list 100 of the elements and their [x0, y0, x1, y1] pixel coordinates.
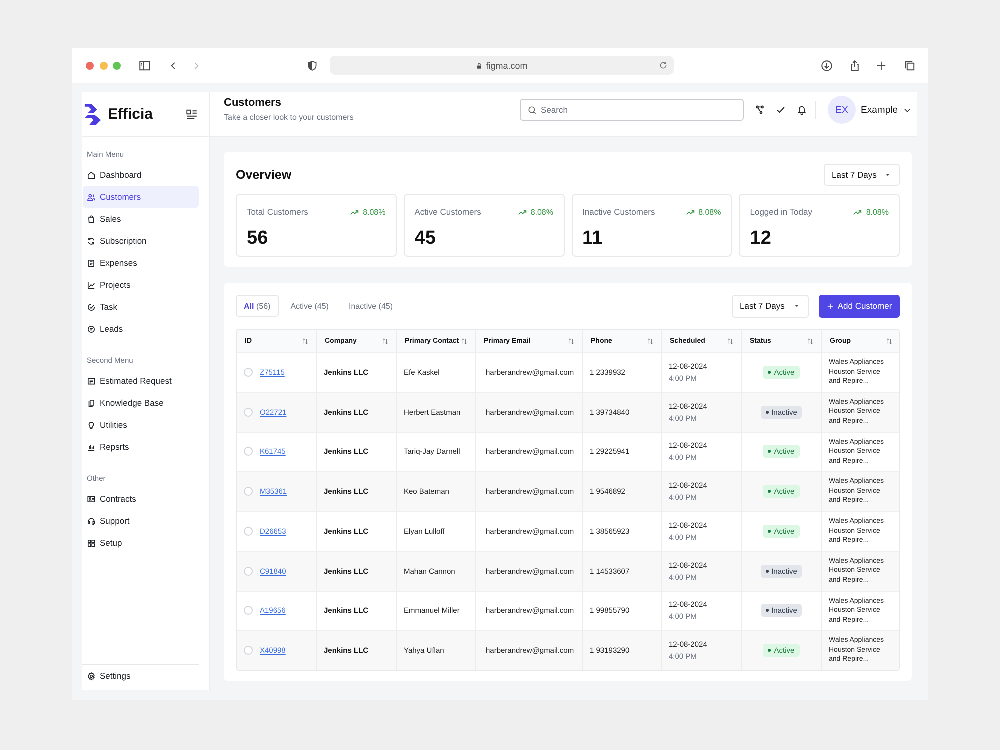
user-name[interactable]: Example — [861, 104, 898, 116]
stat-value: 45 — [414, 228, 437, 250]
status-dot-icon — [768, 649, 772, 652]
trend-value: 8.08% — [363, 208, 386, 216]
row-checkbox[interactable] — [244, 447, 253, 456]
avatar-initials[interactable]: EX — [828, 96, 856, 124]
trend-up-icon — [518, 208, 527, 216]
document-icon — [87, 258, 96, 268]
shield-icon[interactable] — [307, 60, 318, 72]
sort-icon[interactable] — [382, 338, 389, 344]
stat-value: 11 — [582, 228, 604, 250]
maximize-window-icon[interactable] — [113, 62, 121, 70]
stat-label: Inactive Customers — [582, 207, 656, 217]
stat-value: 56 — [247, 228, 270, 250]
period-dropdown[interactable]: Last 7 Days — [824, 164, 900, 186]
line-chart-icon — [87, 280, 96, 290]
home-icon — [87, 170, 96, 180]
filter-tab[interactable]: All (56) — [236, 295, 279, 317]
sidebar-item[interactable]: Customers — [83, 186, 199, 208]
filter-tab[interactable]: Inactive (45) — [340, 295, 402, 317]
trend-value: 8.08% — [866, 208, 889, 216]
caret-icon — [884, 171, 892, 179]
row-checkbox[interactable] — [244, 646, 253, 656]
sidebar-toggle-icon[interactable] — [139, 60, 151, 72]
sidebar-item[interactable]: Repsrts — [83, 436, 199, 458]
grid-icon — [87, 538, 96, 548]
stat-label: Logged in Today — [750, 207, 812, 217]
copy-icon — [87, 398, 96, 408]
refresh-icon — [87, 236, 96, 246]
id-card-icon — [87, 494, 96, 504]
sidebar-item[interactable]: Subscription — [83, 230, 199, 252]
menu-toggle-icon[interactable] — [186, 108, 198, 120]
sidebar-item[interactable]: Sales — [83, 208, 199, 230]
sort-icon[interactable] — [647, 338, 654, 344]
sidebar-item[interactable]: Dashboard — [83, 164, 199, 186]
status-dot-icon — [766, 570, 769, 573]
stat-label: Total Customers — [247, 207, 308, 217]
section-title: Overview — [236, 168, 292, 182]
filter-tab[interactable]: Active (45) — [282, 295, 337, 317]
page-subtitle: Take a closer look to your customers — [224, 112, 354, 123]
notification-bell-icon[interactable] — [797, 105, 808, 115]
status-dot-icon — [768, 490, 772, 494]
sidebar-item[interactable]: Contracts — [83, 488, 199, 510]
stat-label: Active Customers — [414, 207, 482, 217]
sidebar-item[interactable]: Estimated Request — [83, 370, 199, 392]
stat-value: 12 — [750, 228, 772, 250]
reload-icon[interactable] — [659, 61, 668, 70]
row-checkbox[interactable] — [244, 566, 253, 576]
shopping-bag-icon — [87, 214, 96, 224]
sidebar-item[interactable]: Setup — [83, 532, 199, 554]
settings-icon — [87, 672, 96, 680]
check-icon[interactable] — [776, 105, 786, 115]
sidebar-item[interactable]: Leads — [83, 318, 199, 340]
sort-icon[interactable] — [807, 338, 814, 344]
page-title: Customers — [224, 96, 282, 110]
headset-icon — [87, 516, 96, 526]
row-checkbox[interactable] — [244, 606, 253, 616]
sidebar-item[interactable]: Utilities — [83, 414, 199, 436]
sidebar-item[interactable]: Expenses — [83, 252, 199, 274]
tabs-overview-icon[interactable] — [904, 60, 916, 72]
download-icon[interactable] — [821, 60, 833, 72]
sidebar-item[interactable]: Task — [83, 296, 199, 318]
trend-up-icon — [350, 208, 360, 216]
caret-icon — [793, 302, 801, 310]
trend-up-icon — [686, 208, 695, 216]
sidebar-item[interactable]: Support — [83, 510, 199, 532]
sort-icon[interactable] — [886, 338, 893, 344]
status-dot-icon — [768, 370, 772, 374]
row-checkbox[interactable] — [244, 368, 253, 377]
address-bar[interactable]: figma.com — [330, 56, 674, 75]
row-checkbox[interactable] — [244, 526, 253, 536]
sort-icon[interactable] — [727, 338, 734, 344]
sidebar-item[interactable]: Projects — [83, 274, 199, 296]
period-dropdown[interactable]: Last 7 Days — [732, 294, 809, 318]
status-dot-icon — [766, 609, 769, 612]
new-tab-plus-icon[interactable] — [876, 60, 887, 72]
row-checkbox[interactable] — [244, 487, 253, 496]
share-icon[interactable] — [849, 60, 861, 72]
trend-value: 8.08% — [698, 208, 722, 216]
trend-up-icon — [853, 208, 862, 216]
brand-name: Efficia — [108, 106, 154, 122]
add-customer-button[interactable]: Add Customer — [819, 294, 900, 318]
bar-chart-icon — [87, 442, 96, 452]
lock-icon — [476, 62, 484, 70]
search-icon — [528, 106, 538, 114]
sort-icon[interactable] — [461, 338, 468, 344]
sort-icon[interactable] — [302, 338, 309, 344]
sidebar-item[interactable]: Settings — [83, 665, 199, 687]
close-window-icon[interactable] — [86, 62, 94, 70]
status-dot-icon — [766, 410, 769, 414]
users-icon — [87, 192, 96, 202]
logo-icon — [84, 104, 103, 124]
sidebar-item[interactable]: Knowledge Base — [83, 392, 199, 414]
lightbulb-icon — [87, 420, 96, 430]
sort-icon[interactable] — [568, 338, 575, 344]
back-chevron-icon[interactable] — [169, 60, 178, 72]
row-checkbox[interactable] — [244, 408, 253, 417]
connected-nodes-icon[interactable] — [755, 105, 766, 115]
search-field[interactable]: Search — [520, 99, 744, 121]
form-icon — [87, 376, 96, 386]
